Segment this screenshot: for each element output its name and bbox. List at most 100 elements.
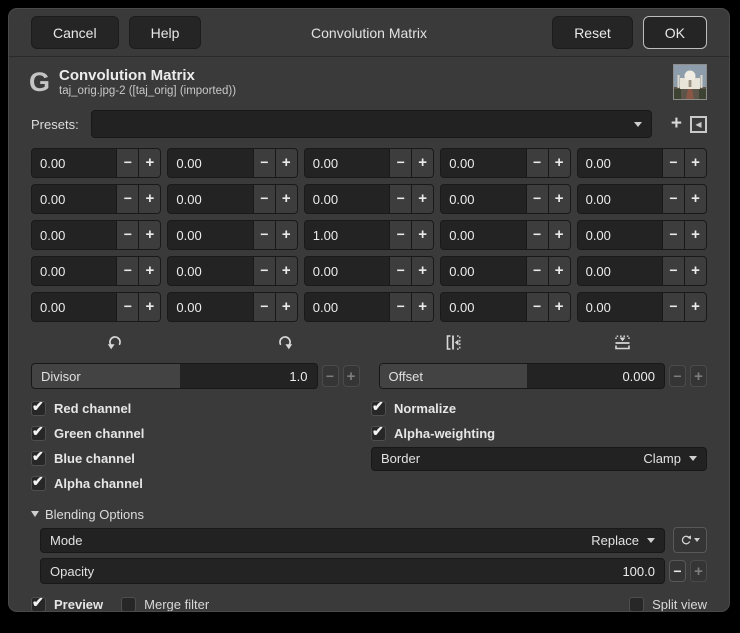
checkbox-split-view[interactable]: Split view — [629, 597, 707, 611]
matrix-cell-value[interactable]: 0.00 — [441, 293, 525, 321]
matrix-cell-decrease-button[interactable] — [525, 149, 548, 177]
matrix-cell-decrease-button[interactable] — [661, 257, 684, 285]
matrix-cell-increase-button[interactable] — [411, 257, 434, 285]
matrix-cell-value[interactable]: 0.00 — [578, 185, 662, 213]
matrix-cell-decrease-button[interactable] — [389, 185, 412, 213]
matrix-cell-increase-button[interactable] — [547, 149, 570, 177]
matrix-cell-value[interactable]: 0.00 — [32, 293, 116, 321]
matrix-cell-3-2[interactable]: 0.00 — [303, 256, 435, 286]
matrix-cell-decrease-button[interactable] — [525, 221, 548, 249]
matrix-cell-decrease-button[interactable] — [116, 221, 139, 249]
matrix-cell-value[interactable]: 0.00 — [441, 185, 525, 213]
matrix-cell-increase-button[interactable] — [683, 149, 706, 177]
matrix-cell-decrease-button[interactable] — [389, 293, 412, 321]
opacity-increase-button[interactable] — [690, 560, 707, 582]
help-button[interactable]: Help — [128, 16, 202, 49]
matrix-cell-value[interactable]: 0.00 — [168, 185, 252, 213]
matrix-cell-increase-button[interactable] — [547, 293, 570, 321]
divisor-decrease-button[interactable] — [321, 365, 339, 387]
matrix-cell-increase-button[interactable] — [547, 221, 570, 249]
matrix-cell-increase-button[interactable] — [274, 221, 297, 249]
matrix-cell-3-3[interactable]: 0.00 — [440, 256, 571, 286]
save-preset-button[interactable]: + — [671, 114, 682, 133]
cancel-button[interactable]: Cancel — [31, 16, 119, 49]
matrix-cell-0-2[interactable]: 0.00 — [303, 148, 435, 178]
matrix-cell-2-0[interactable]: 0.00 — [31, 220, 162, 250]
matrix-cell-increase-button[interactable] — [683, 221, 706, 249]
matrix-cell-increase-button[interactable] — [683, 293, 706, 321]
matrix-cell-decrease-button[interactable] — [252, 221, 275, 249]
checkbox-red-channel[interactable]: Red channel — [31, 401, 371, 416]
matrix-cell-increase-button[interactable] — [138, 293, 161, 321]
matrix-cell-increase-button[interactable] — [138, 149, 161, 177]
matrix-cell-1-4[interactable]: 0.00 — [576, 184, 707, 214]
matrix-cell-decrease-button[interactable] — [116, 149, 139, 177]
checkbox-blue-channel[interactable]: Blue channel — [31, 451, 371, 466]
matrix-cell-0-4[interactable]: 0.00 — [576, 148, 707, 178]
offset-value[interactable]: 0.000 — [622, 369, 664, 384]
matrix-cell-decrease-button[interactable] — [116, 257, 139, 285]
checkbox-alpha-weighting[interactable]: Alpha-weighting — [371, 426, 707, 441]
checkbox-merge-filter[interactable]: Merge filter — [121, 597, 209, 611]
matrix-cell-3-4[interactable]: 0.00 — [576, 256, 707, 286]
border-select[interactable]: Border Clamp — [371, 446, 707, 471]
mirror-horizontally-button[interactable] — [369, 330, 538, 354]
matrix-cell-0-0[interactable]: 0.00 — [31, 148, 162, 178]
matrix-cell-0-1[interactable]: 0.00 — [167, 148, 298, 178]
matrix-cell-value[interactable]: 0.00 — [32, 149, 116, 177]
matrix-cell-value[interactable]: 0.00 — [168, 293, 252, 321]
matrix-cell-increase-button[interactable] — [138, 221, 161, 249]
matrix-cell-4-3[interactable]: 0.00 — [440, 292, 571, 322]
checkbox-preview[interactable]: Preview — [31, 597, 103, 611]
divisor-increase-button[interactable] — [342, 365, 360, 387]
matrix-cell-value[interactable]: 0.00 — [32, 257, 116, 285]
matrix-cell-increase-button[interactable] — [411, 149, 434, 177]
matrix-cell-3-1[interactable]: 0.00 — [167, 256, 298, 286]
matrix-cell-value[interactable]: 0.00 — [578, 257, 662, 285]
matrix-cell-decrease-button[interactable] — [661, 221, 684, 249]
matrix-cell-increase-button[interactable] — [411, 185, 434, 213]
matrix-cell-2-2[interactable]: 1.00 — [303, 220, 435, 250]
matrix-cell-value[interactable]: 0.00 — [305, 185, 389, 213]
divisor-slider[interactable]: Divisor 1.0 — [31, 363, 318, 389]
matrix-cell-4-1[interactable]: 0.00 — [167, 292, 298, 322]
matrix-cell-2-3[interactable]: 0.00 — [440, 220, 571, 250]
rotate-counter-clockwise-button[interactable] — [31, 330, 200, 354]
matrix-cell-decrease-button[interactable] — [661, 185, 684, 213]
matrix-cell-increase-button[interactable] — [274, 293, 297, 321]
matrix-cell-value[interactable]: 0.00 — [168, 221, 252, 249]
matrix-cell-increase-button[interactable] — [547, 257, 570, 285]
matrix-cell-decrease-button[interactable] — [525, 185, 548, 213]
matrix-cell-increase-button[interactable] — [138, 185, 161, 213]
matrix-cell-2-4[interactable]: 0.00 — [576, 220, 707, 250]
ok-button[interactable]: OK — [642, 16, 707, 49]
matrix-cell-value[interactable]: 0.00 — [168, 257, 252, 285]
checkbox-normalize[interactable]: Normalize — [371, 401, 707, 416]
matrix-cell-0-3[interactable]: 0.00 — [440, 148, 571, 178]
checkbox-alpha-channel[interactable]: Alpha channel — [31, 476, 371, 491]
matrix-cell-1-1[interactable]: 0.00 — [167, 184, 298, 214]
matrix-cell-increase-button[interactable] — [411, 293, 434, 321]
matrix-cell-increase-button[interactable] — [274, 185, 297, 213]
matrix-cell-increase-button[interactable] — [683, 185, 706, 213]
matrix-cell-4-0[interactable]: 0.00 — [31, 292, 162, 322]
matrix-cell-value[interactable]: 0.00 — [441, 257, 525, 285]
matrix-cell-value[interactable]: 0.00 — [32, 221, 116, 249]
reset-button[interactable]: Reset — [552, 16, 633, 49]
matrix-cell-value[interactable]: 1.00 — [305, 221, 389, 249]
mode-select[interactable]: Mode Replace — [40, 527, 665, 553]
matrix-cell-decrease-button[interactable] — [661, 293, 684, 321]
matrix-cell-decrease-button[interactable] — [252, 293, 275, 321]
offset-slider[interactable]: Offset 0.000 — [378, 363, 665, 389]
matrix-cell-value[interactable]: 0.00 — [441, 221, 525, 249]
matrix-cell-value[interactable]: 0.00 — [441, 149, 525, 177]
matrix-cell-value[interactable]: 0.00 — [168, 149, 252, 177]
matrix-cell-value[interactable]: 0.00 — [305, 257, 389, 285]
matrix-cell-decrease-button[interactable] — [116, 185, 139, 213]
opacity-slider[interactable]: Opacity 100.0 — [40, 558, 665, 584]
matrix-cell-increase-button[interactable] — [274, 149, 297, 177]
mirror-vertically-button[interactable] — [538, 330, 707, 354]
checkbox-green-channel[interactable]: Green channel — [31, 426, 371, 441]
divisor-value[interactable]: 1.0 — [289, 369, 316, 384]
matrix-cell-decrease-button[interactable] — [252, 257, 275, 285]
